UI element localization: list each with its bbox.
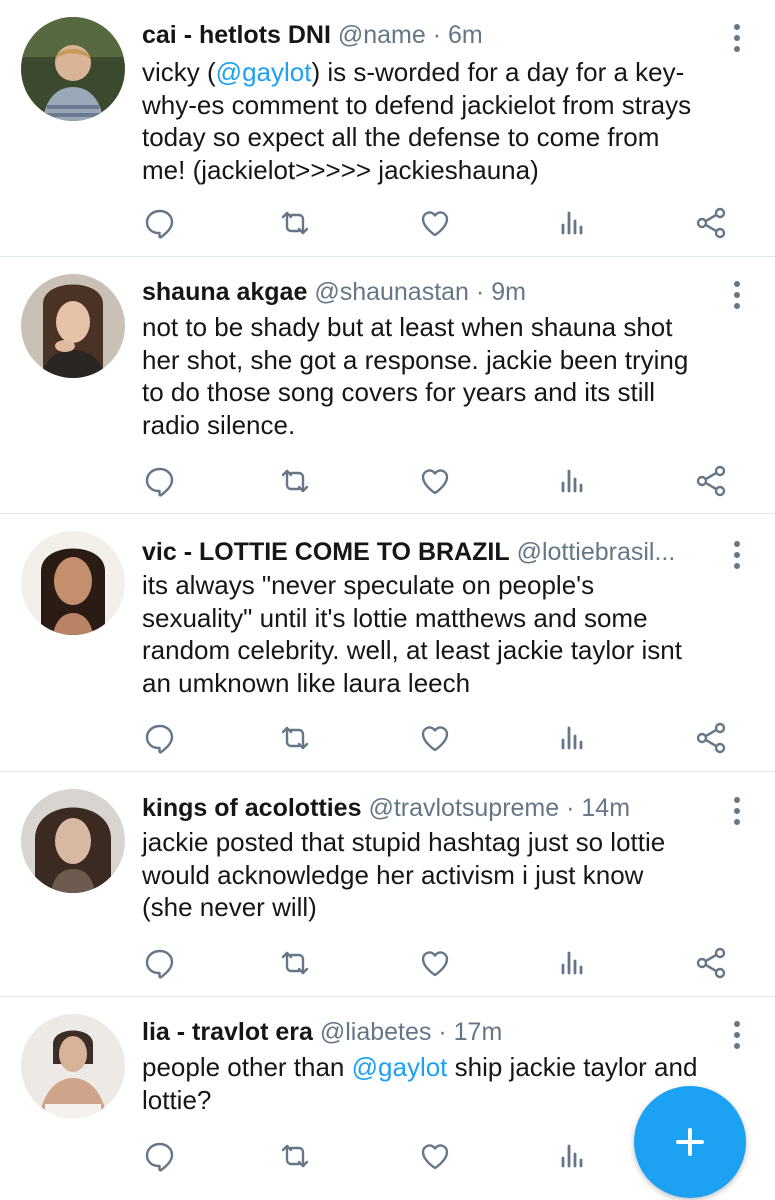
more-vertical-icon[interactable]	[727, 793, 747, 829]
compose-plus-icon	[676, 1128, 704, 1156]
share-icon[interactable]	[692, 718, 732, 758]
tweet-header: kings of acolotties @travlotsupreme · 14…	[142, 791, 715, 825]
share-icon[interactable]	[692, 203, 732, 243]
text-line: today so expect all the defense to come …	[142, 122, 660, 152]
retweet-icon[interactable]	[275, 461, 315, 501]
text-segment: vicky (	[142, 57, 216, 87]
display-name[interactable]: cai - hetlots DNI	[142, 21, 331, 49]
text-line: me! (jackielot>>>>> jackieshauna)	[142, 154, 539, 185]
mention-link[interactable]: @gaylot	[352, 1052, 448, 1082]
separator-dot: ·	[475, 278, 485, 306]
text-line: why-es comment to defend jackielot from …	[142, 89, 692, 120]
compose-button[interactable]	[634, 1086, 746, 1198]
analytics-icon[interactable]	[553, 1136, 593, 1176]
mention-link[interactable]: @gaylot	[216, 57, 312, 87]
user-handle[interactable]: @shaunastan	[314, 278, 469, 306]
timestamp[interactable]: 9m	[491, 278, 526, 306]
avatar[interactable]	[21, 17, 125, 121]
more-vertical-icon[interactable]	[727, 20, 747, 56]
text-line: random celebrity. well, at least jackie …	[142, 635, 682, 665]
tweet-text: vicky (@gaylot) is s-worded for a day fo…	[142, 56, 762, 186]
action-bar	[0, 461, 775, 501]
action-bar	[0, 203, 775, 243]
retweet-icon[interactable]	[275, 718, 315, 758]
avatar[interactable]	[21, 789, 125, 893]
tweet-header: shauna akgae @shaunastan · 9m	[142, 275, 715, 309]
text-line: to do those song covers for years and it…	[142, 377, 656, 407]
separator-dot: ·	[438, 1018, 447, 1046]
avatar[interactable]	[21, 274, 125, 378]
separator-dot: ·	[566, 794, 575, 822]
tweet-header: vic - LOTTIE COME TO BRAZIL @lottiebrasi…	[142, 535, 715, 569]
tweet-2[interactable]: shauna akgae @shaunastan · 9m not to be …	[0, 257, 775, 514]
reply-icon[interactable]	[140, 718, 180, 758]
heart-icon[interactable]	[415, 1136, 455, 1176]
text-line: jackie posted that stupid hashtag just s…	[142, 827, 666, 857]
action-bar	[0, 943, 775, 983]
text-segment: ) is s-worded for a day for a key-	[311, 57, 685, 87]
tweet-text: its always "never speculate on people's …	[142, 569, 762, 699]
avatar[interactable]	[21, 1014, 125, 1118]
analytics-icon[interactable]	[553, 203, 593, 243]
text-line: (she never will)	[142, 892, 317, 922]
more-vertical-icon[interactable]	[727, 537, 747, 573]
text-line: people other than @gaylot ship jackie ta…	[142, 1051, 762, 1084]
reply-icon[interactable]	[140, 203, 180, 243]
text-line: radio silence.	[142, 409, 296, 440]
retweet-icon[interactable]	[275, 203, 315, 243]
text-line: an umknown like laura leech	[142, 667, 471, 698]
tweet-header: cai - hetlots DNI @name · 6m	[142, 18, 715, 52]
heart-icon[interactable]	[415, 943, 455, 983]
user-handle[interactable]: @liabetes	[320, 1018, 432, 1046]
tweet-4[interactable]: kings of acolotties @travlotsupreme · 14…	[0, 772, 775, 997]
text-segment: ship jackie taylor and	[447, 1052, 698, 1082]
heart-icon[interactable]	[415, 461, 455, 501]
timestamp[interactable]: 14m	[581, 794, 630, 822]
retweet-icon[interactable]	[275, 943, 315, 983]
tweet-text: not to be shady but at least when shauna…	[142, 311, 762, 441]
analytics-icon[interactable]	[553, 718, 593, 758]
user-handle[interactable]: @name	[338, 21, 426, 49]
reply-icon[interactable]	[140, 461, 180, 501]
display-name[interactable]: shauna akgae	[142, 278, 307, 306]
heart-icon[interactable]	[415, 203, 455, 243]
share-icon[interactable]	[692, 461, 732, 501]
text-line: its always "never speculate on people's	[142, 570, 595, 600]
tweet-1[interactable]: cai - hetlots DNI @name · 6m vicky (@gay…	[0, 0, 775, 257]
reply-icon[interactable]	[140, 943, 180, 983]
analytics-icon[interactable]	[553, 461, 593, 501]
text-line: sexuality" until it's lottie matthews an…	[142, 602, 648, 633]
text-line: not to be shady but at least when shauna…	[142, 312, 673, 342]
tweet-header: lia - travlot era @liabetes · 17m	[142, 1015, 715, 1049]
timestamp[interactable]: 17m	[454, 1018, 503, 1046]
more-vertical-icon[interactable]	[727, 1017, 747, 1053]
text-line: vicky (@gaylot) is s-worded for a day fo…	[142, 56, 762, 89]
heart-icon[interactable]	[415, 718, 455, 758]
text-line: her shot, she got a response. jackie bee…	[142, 344, 689, 375]
retweet-icon[interactable]	[275, 1136, 315, 1176]
timestamp[interactable]: 6m	[448, 21, 483, 49]
display-name[interactable]: lia - travlot era	[142, 1018, 313, 1046]
more-vertical-icon[interactable]	[727, 277, 747, 313]
display-name[interactable]: kings of acolotties	[142, 794, 361, 822]
text-segment: people other than	[142, 1052, 352, 1082]
user-handle[interactable]: @travlotsupreme	[368, 794, 559, 822]
analytics-icon[interactable]	[553, 943, 593, 983]
avatar[interactable]	[21, 531, 125, 635]
action-bar	[0, 718, 775, 758]
reply-icon[interactable]	[140, 1136, 180, 1176]
tweet-text: jackie posted that stupid hashtag just s…	[142, 826, 762, 924]
separator-dot: ·	[432, 21, 442, 49]
text-line: would acknowledge her activism i just kn…	[142, 859, 644, 890]
share-icon[interactable]	[692, 943, 732, 983]
user-handle[interactable]: @lottiebrasil...	[517, 538, 676, 566]
tweet-3[interactable]: vic - LOTTIE COME TO BRAZIL @lottiebrasi…	[0, 514, 775, 772]
display-name[interactable]: vic - LOTTIE COME TO BRAZIL	[142, 538, 510, 566]
